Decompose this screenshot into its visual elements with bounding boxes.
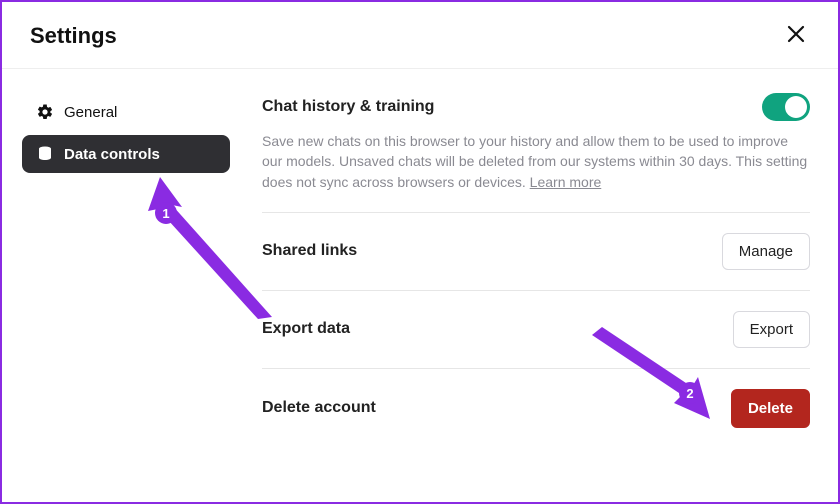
modal-header: Settings [2,2,838,69]
section-title: Chat history & training [262,98,434,116]
section-title: Shared links [262,242,357,260]
modal-body: General Data controls Chat history & tra… [2,69,838,448]
sidebar-item-general[interactable]: General [22,93,230,131]
section-chat-history: Chat history & training Save new chats o… [262,93,810,213]
learn-more-link[interactable]: Learn more [530,174,602,190]
page-title: Settings [30,23,117,49]
database-icon [36,145,54,163]
gear-icon [36,103,54,121]
section-delete-account: Delete account Delete [262,389,810,448]
sidebar-item-label: Data controls [64,146,160,163]
section-shared-links: Shared links Manage [262,233,810,291]
sidebar-item-label: General [64,104,117,121]
delete-button[interactable]: Delete [731,389,810,428]
chat-history-toggle[interactable] [762,93,810,121]
close-icon [787,23,805,49]
section-export-data: Export data Export [262,311,810,369]
manage-button[interactable]: Manage [722,233,810,270]
export-button[interactable]: Export [733,311,810,348]
settings-sidebar: General Data controls [2,93,242,448]
toggle-knob [785,96,807,118]
close-button[interactable] [782,22,810,50]
section-title: Delete account [262,399,376,417]
settings-modal: Settings General Data controls [0,0,840,504]
section-title: Export data [262,320,350,338]
sidebar-item-data-controls[interactable]: Data controls [22,135,230,173]
section-description: Save new chats on this browser to your h… [262,131,810,192]
settings-content: Chat history & training Save new chats o… [242,93,838,448]
